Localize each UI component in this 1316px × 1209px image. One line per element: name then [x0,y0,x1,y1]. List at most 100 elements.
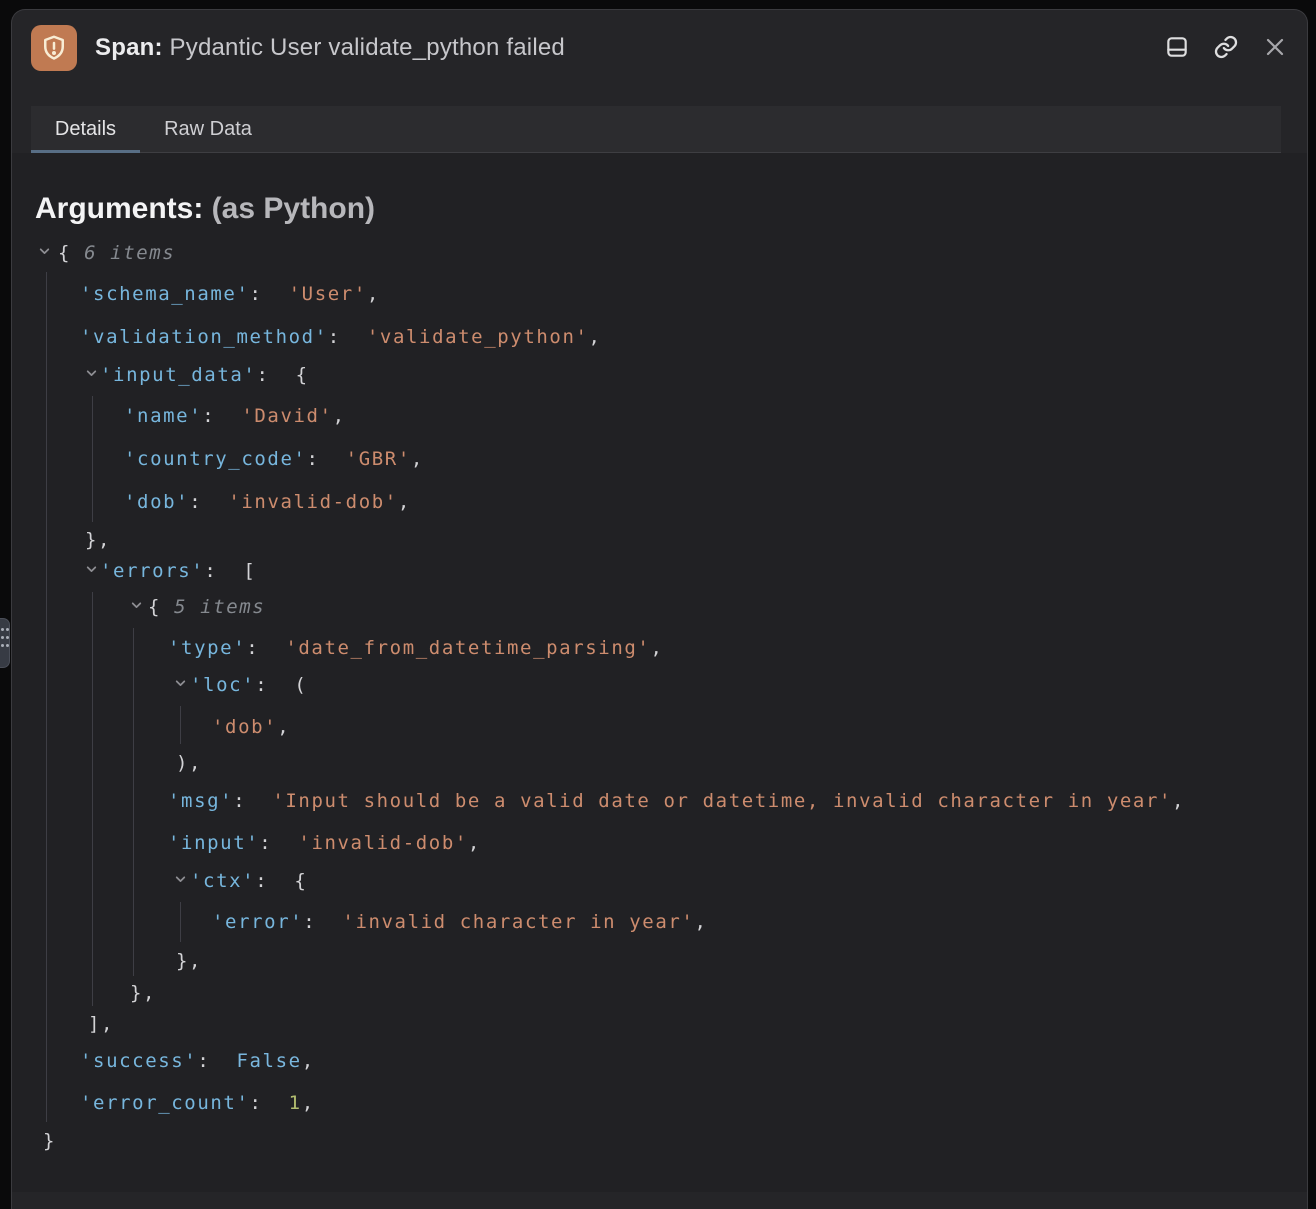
token-punct: : [250,283,289,305]
token-punct: , [302,1092,315,1114]
token-str: 'Input should be a valid date or datetim… [272,790,1172,812]
token-punct: , [333,405,346,427]
token-punct: : [233,790,272,812]
tree-row: 'error': 'invalid character in year', [212,908,708,936]
token-punct: : [ [204,560,256,582]
tree-row: ], [88,1010,114,1038]
token-punct: , [367,283,380,305]
token-str: 'invalid-dob' [298,832,468,854]
token-str: 'date_from_datetime_parsing' [285,637,650,659]
tree-indent-guide [133,628,134,976]
token-punct: , [302,1050,315,1072]
tree-row: ), [176,749,202,777]
token-key: 'country_code' [124,448,307,470]
chevron-down-icon[interactable] [38,245,51,258]
token-punct: : [246,637,285,659]
tree-row: 'name': 'David', [124,402,346,430]
token-punct: : [197,1050,236,1072]
token-key: 'input_data' [100,364,256,386]
token-punct: ), [176,752,202,774]
token-punct: }, [130,982,156,1004]
tree-row: }, [176,947,202,975]
token-punct: : [303,911,342,933]
tree-indent-guide [46,272,47,1122]
token-key: 'type' [168,637,246,659]
token-punct: ], [88,1013,114,1035]
tree-row: 'validation_method': 'validate_python', [80,323,602,351]
token-punct: : { [256,364,308,386]
token-punct: } [43,1130,56,1152]
drag-handle[interactable] [0,618,10,668]
token-str: 'GBR' [346,448,411,470]
token-punct: , [694,911,707,933]
token-punct: , [277,716,290,738]
token-str: 'invalid character in year' [342,911,694,933]
token-key: 'success' [80,1050,197,1072]
tree-row: { 6 items [58,239,175,267]
token-num: 1 [289,1092,302,1114]
token-str: 'David' [241,405,332,427]
tree-indent-guide [180,902,181,942]
tree-row: 'ctx': { [190,867,307,895]
tree-row: 'dob': 'invalid-dob', [124,488,411,516]
token-key: 'errors' [100,560,204,582]
tree-row: 'input': 'invalid-dob', [168,829,481,857]
token-key: 'ctx' [190,870,255,892]
token-str: 'invalid-dob' [228,491,398,513]
token-str: 'dob' [212,716,277,738]
token-str: 'User' [289,283,367,305]
token-punct: , [650,637,663,659]
token-meta: 5 items [174,596,265,618]
tree-indent-guide [180,706,181,744]
token-punct: : [328,326,367,348]
tree-row: 'dob', [212,713,290,741]
token-punct: { [58,242,84,264]
grip-dots-icon [1,628,9,652]
tree-row: }, [130,979,156,1007]
token-key: 'input' [168,832,259,854]
token-punct: , [468,832,481,854]
token-punct: { [148,596,174,618]
token-punct: : [189,491,228,513]
tree-row: } [43,1127,56,1155]
tree-row: 'msg': 'Input should be a valid date or … [168,787,1185,815]
token-punct: : [259,832,298,854]
tree-row: 'error_count': 1, [80,1089,315,1117]
token-punct: , [411,448,424,470]
token-punct: : [250,1092,289,1114]
token-punct: , [398,491,411,513]
tree-row: 'type': 'date_from_datetime_parsing', [168,634,664,662]
tree-row: }, [85,526,111,554]
tree: { 6 items'schema_name': 'User','validati… [0,0,1316,1192]
token-punct: , [589,326,602,348]
tree-indent-guide [92,592,93,1006]
token-key: 'name' [124,405,202,427]
chevron-down-icon[interactable] [174,873,187,886]
token-punct: , [1172,790,1185,812]
token-punct: : [202,405,241,427]
token-key: 'msg' [168,790,233,812]
token-bool: False [236,1050,301,1072]
token-meta: 6 items [84,242,175,264]
tree-row: { 5 items [148,593,265,621]
chevron-down-icon[interactable] [174,677,187,690]
token-punct: : ( [255,674,307,696]
chevron-down-icon[interactable] [85,563,98,576]
token-punct: }, [176,950,202,972]
tree-row: 'schema_name': 'User', [80,280,380,308]
tree-row: 'input_data': { [100,361,309,389]
token-punct: }, [85,529,111,551]
token-key: 'validation_method' [80,326,328,348]
token-str: 'validate_python' [367,326,589,348]
tree-row: 'loc': ( [190,671,307,699]
token-key: 'error' [212,911,303,933]
tree-row: 'errors': [ [100,557,256,585]
tree-row: 'success': False, [80,1047,315,1075]
tree-row: 'country_code': 'GBR', [124,445,424,473]
token-key: 'error_count' [80,1092,250,1114]
token-punct: : { [255,870,307,892]
token-key: 'schema_name' [80,283,250,305]
chevron-down-icon[interactable] [85,367,98,380]
token-key: 'dob' [124,491,189,513]
chevron-down-icon[interactable] [130,599,143,612]
